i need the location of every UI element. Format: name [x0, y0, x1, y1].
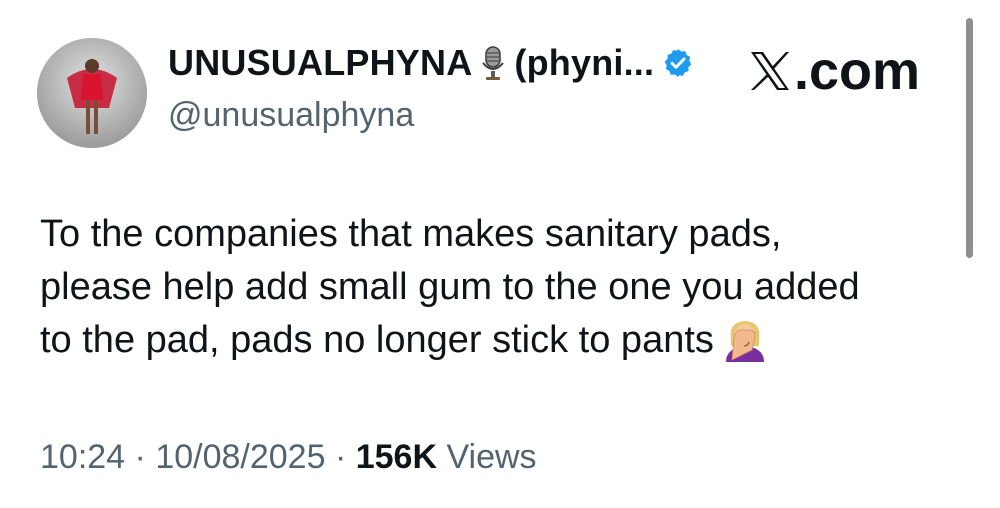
scrollbar[interactable] — [966, 18, 973, 258]
views-label[interactable]: Views — [446, 438, 536, 476]
microphone-icon — [482, 46, 505, 80]
display-name-suffix[interactable]: (phyni... — [514, 42, 654, 84]
brand-watermark: .com — [748, 40, 920, 102]
author-name-row[interactable]: UNUSUALPHYNA (phyni... — [168, 42, 694, 84]
tweet-line-last: to the pad, pads no longer stick to pant… — [40, 314, 960, 367]
tweet-meta: 10:24 · 10/08/2025 · 156K Views — [40, 438, 537, 477]
avatar-image — [37, 38, 147, 148]
tweet-date[interactable]: 10/08/2025 — [155, 438, 325, 476]
tweet-time[interactable]: 10:24 — [40, 438, 125, 476]
verified-badge-icon — [664, 49, 692, 77]
views-count[interactable]: 156K — [356, 438, 437, 476]
tweet-line: to the pad, pads no longer stick to pant… — [40, 319, 714, 361]
brand-label: .com — [794, 41, 921, 101]
x-logo-icon — [751, 52, 789, 90]
tweet-text: To the companies that makes sanitary pad… — [40, 208, 960, 367]
tweet-line: please help add small gum to the one you… — [40, 266, 860, 308]
meta-separator: · — [134, 438, 146, 476]
avatar[interactable] — [37, 38, 147, 148]
display-name[interactable]: UNUSUALPHYNA — [168, 42, 472, 84]
author-handle[interactable]: @unusualphyna — [168, 96, 414, 135]
tweet-line: To the companies that makes sanitary pad… — [40, 213, 782, 255]
facepalm-emoji-icon — [725, 321, 764, 362]
meta-separator: · — [334, 438, 347, 476]
